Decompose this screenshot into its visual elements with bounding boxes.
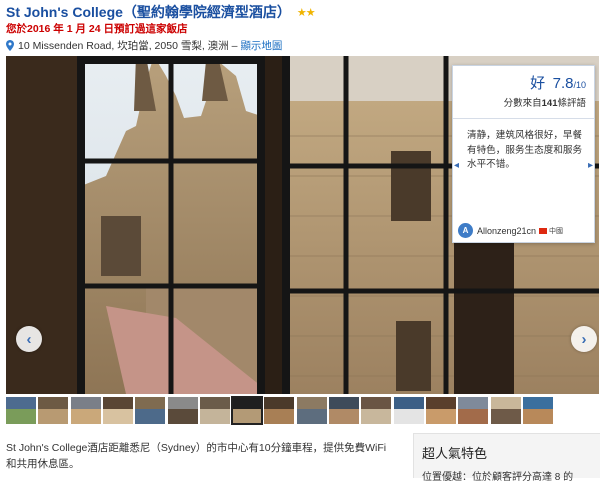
- thumbnail[interactable]: [490, 397, 521, 424]
- show-map-link[interactable]: 顯示地圖: [240, 38, 282, 53]
- thumbnail[interactable]: [393, 397, 424, 424]
- thumbnail-selected[interactable]: [231, 396, 264, 425]
- hotel-title-row: St John's College（聖約翰學院經濟型酒店） ★★: [6, 3, 316, 21]
- feature-item: 位置優越：位於顧客評分高達 8 的: [422, 472, 574, 483]
- hotel-description: St John's College酒店距離悉尼（Sydney）的市中心有10分鐘…: [6, 442, 387, 470]
- review-prev-arrow-icon[interactable]: ◂: [454, 160, 459, 171]
- china-flag-icon: [539, 227, 548, 234]
- thumbnail[interactable]: [329, 397, 359, 424]
- star-rating-icon: ★★: [296, 6, 316, 19]
- map-pin-icon: [6, 40, 14, 51]
- reviewer-country: 中國: [549, 227, 564, 235]
- hotel-address: 10 Missenden Road, 坎珀當, 2050 雪梨, 澳洲 –: [18, 40, 238, 52]
- hotel-name: St John's College（聖約翰學院經濟型酒店）: [6, 4, 291, 20]
- review-score-card[interactable]: 好 7.8/10 分數來自141條評語 ◂ 清静，建筑风格很好，早餐有特色，服务…: [452, 65, 595, 243]
- popular-features-panel: 超人氣特色 位置優越：位於顧客評分高達 8 的: [413, 433, 600, 483]
- gallery-next-button[interactable]: ›: [571, 326, 597, 352]
- thumbnail[interactable]: [361, 397, 392, 424]
- thumbnail[interactable]: [135, 397, 166, 424]
- thumbnail[interactable]: [458, 397, 489, 424]
- rating-max: /10: [573, 80, 586, 90]
- thumbnail[interactable]: [264, 397, 295, 424]
- thumbnail[interactable]: [167, 397, 198, 424]
- card-divider: [453, 118, 594, 119]
- gallery-prev-button[interactable]: ‹: [16, 326, 42, 352]
- thumbnail[interactable]: [199, 397, 230, 424]
- rating-word: 好: [530, 75, 546, 92]
- reviewer: A Allonzeng21cn 中國: [458, 223, 563, 238]
- address-row: 10 Missenden Road, 坎珀當, 2050 雪梨, 澳洲 – 顯示…: [6, 38, 282, 53]
- review-count[interactable]: 分數來自141條評語: [453, 95, 594, 109]
- thumbnail[interactable]: [6, 397, 36, 424]
- thumbnail[interactable]: [522, 397, 553, 424]
- thumbnail[interactable]: [102, 397, 133, 424]
- previous-booking-note: 您於2016 年 1 月 24 日預訂過這家飯店: [6, 23, 188, 35]
- rating-score: 好 7.8/10: [453, 66, 594, 93]
- thumbnail[interactable]: [38, 397, 69, 424]
- review-quote: 清静，建筑风格很好，早餐有特色，服务生态度和服务水平不错。: [467, 130, 583, 170]
- thumbnail[interactable]: [296, 397, 327, 424]
- thumbnail[interactable]: [70, 397, 101, 424]
- features-title: 超人氣特色: [422, 446, 488, 461]
- avatar: A: [458, 223, 473, 238]
- rating-value: 7.8: [552, 75, 574, 92]
- thumbnail[interactable]: [425, 397, 456, 424]
- thumbnail-strip: [6, 396, 600, 425]
- reviewer-name: Allonzeng21cn: [477, 225, 537, 236]
- review-next-arrow-icon[interactable]: ▸: [588, 160, 593, 171]
